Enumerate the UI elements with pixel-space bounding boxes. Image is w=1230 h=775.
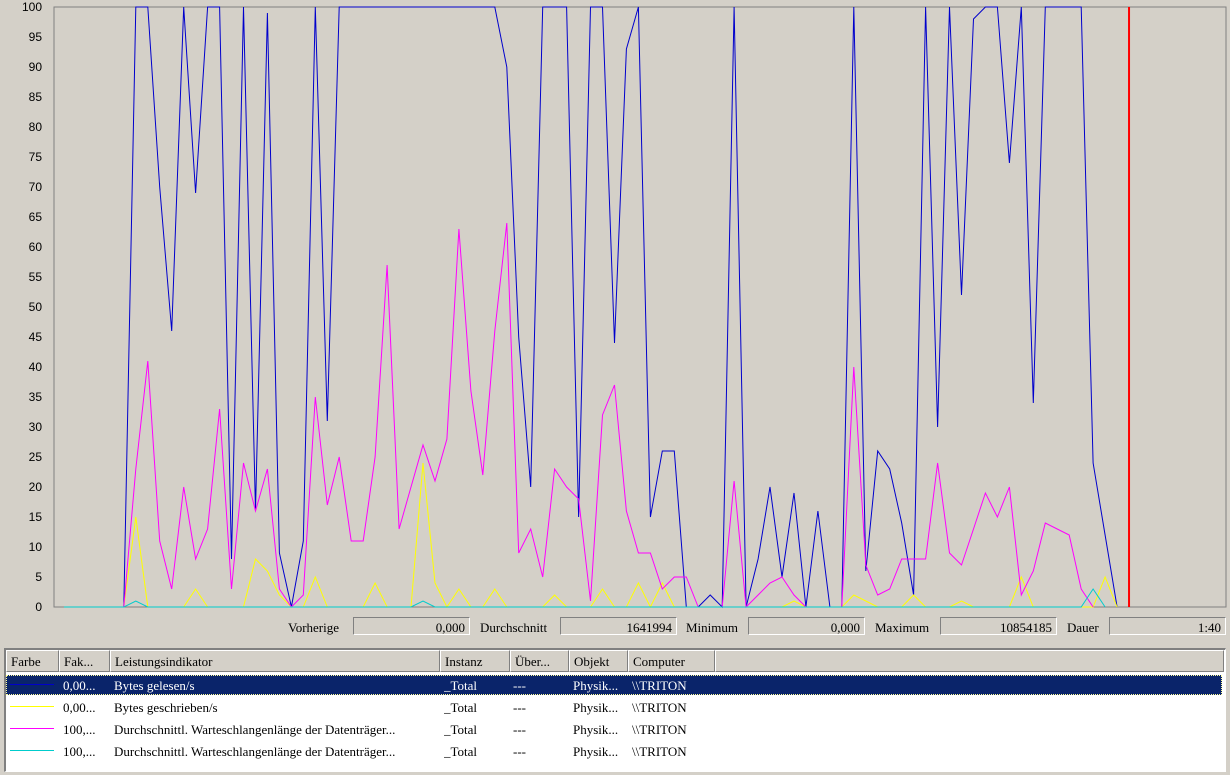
counter-row-instance: _Total [444, 678, 478, 693]
average-label: Durchschnitt [480, 620, 548, 635]
minimum-value-field: 0,000 [748, 617, 865, 635]
y-tick-label: 0 [35, 600, 42, 612]
column-header-factor[interactable]: Fak... [59, 650, 110, 672]
counter-row[interactable]: 0,00... Bytes gelesen/s _Total --- Physik...… [6, 675, 1222, 695]
y-tick-label: 35 [29, 390, 43, 404]
counter-row-instance: _Total [444, 722, 478, 737]
previous-value-field: 0,000 [353, 617, 470, 635]
y-tick-label: 10 [29, 540, 43, 554]
counter-row-object: Physik... [573, 678, 619, 693]
counter-row-factor: 0,00... [63, 678, 96, 693]
column-header-instance[interactable]: Instanz [440, 650, 510, 672]
maximum-label: Maximum [875, 620, 930, 635]
y-tick-label: 45 [29, 330, 43, 344]
y-tick-label: 100 [22, 0, 42, 14]
column-header-computer[interactable]: Computer [628, 650, 715, 672]
statistics-bar: Vorherige 0,000 Durchschnitt 1641994 Min… [0, 615, 1230, 641]
y-tick-label: 75 [29, 150, 43, 164]
counter-row-counter: Bytes gelesen/s [114, 678, 195, 693]
counter-row-object: Physik... [573, 700, 619, 715]
y-tick-label: 30 [29, 420, 43, 434]
y-tick-label: 85 [29, 90, 43, 104]
y-tick-label: 95 [29, 30, 43, 44]
y-tick-label: 80 [29, 120, 43, 134]
counter-row-factor: 100,... [63, 744, 96, 759]
counter-row-factor: 0,00... [63, 700, 96, 715]
counter-row-parent: --- [513, 700, 526, 715]
counter-row-instance: _Total [444, 744, 478, 759]
y-tick-label: 60 [29, 240, 43, 254]
color-swatch [10, 728, 54, 729]
color-swatch [10, 684, 54, 685]
y-tick-label: 40 [29, 360, 43, 374]
counter-row-object: Physik... [573, 722, 619, 737]
y-tick-label: 20 [29, 480, 43, 494]
counter-row-object: Physik... [573, 744, 619, 759]
color-swatch [10, 750, 54, 751]
performance-graph: 0 5 10 15 20 25 30 35 40 45 50 55 60 65 70 75 80 85 90 95 10… [22, 0, 1227, 612]
maximum-value-field: 10854185 [940, 617, 1057, 635]
counter-row[interactable]: 100,... Durchschnittl. Warteschlangenläng… [6, 741, 1222, 761]
y-tick-label: 70 [29, 180, 43, 194]
counter-row-computer: \\TRITON [632, 722, 687, 737]
counter-list-header: Farbe Fak... Leistungsindikator Instanz … [6, 650, 1224, 672]
counter-row-computer: \\TRITON [632, 700, 687, 715]
counter-row-counter: Durchschnittl. Warteschlangenlänge der D… [114, 744, 396, 759]
plot-area [53, 6, 1227, 608]
counter-list[interactable]: Farbe Fak... Leistungsindikator Instanz … [4, 648, 1226, 772]
column-header-parent[interactable]: Über... [510, 650, 569, 672]
y-tick-label: 50 [29, 300, 43, 314]
y-tick-label: 15 [29, 510, 43, 524]
y-tick-label: 55 [29, 270, 43, 284]
previous-label: Vorherige [288, 620, 340, 635]
counter-row[interactable]: 0,00... Bytes geschrieben/s _Total --- Physi… [6, 697, 1222, 717]
color-swatch [10, 706, 54, 707]
column-header-counter[interactable]: Leistungsindikator [110, 650, 440, 672]
y-tick-label: 90 [29, 60, 43, 74]
counter-row-parent: --- [513, 678, 526, 693]
counter-row-counter: Durchschnittl. Warteschlangenlänge der D… [114, 722, 396, 737]
column-header-filler [715, 650, 1224, 672]
y-tick-label: 5 [35, 570, 42, 584]
counter-row[interactable]: 100,... Durchschnittl. Warteschlangenläng… [6, 719, 1222, 739]
y-tick-label: 25 [29, 450, 43, 464]
counter-row-instance: _Total [444, 700, 478, 715]
counter-row-factor: 100,... [63, 722, 96, 737]
minimum-label: Minimum [686, 620, 739, 635]
counter-row-computer: \\TRITON [632, 678, 687, 693]
counter-row-counter: Bytes geschrieben/s [114, 700, 218, 715]
column-header-color[interactable]: Farbe [6, 650, 59, 672]
duration-value-field: 1:40 [1109, 617, 1226, 635]
average-value-field: 1641994 [560, 617, 677, 635]
column-header-object[interactable]: Objekt [569, 650, 628, 672]
counter-row-parent: --- [513, 744, 526, 759]
counter-row-parent: --- [513, 722, 526, 737]
duration-label: Dauer [1067, 620, 1099, 635]
y-tick-label: 65 [29, 210, 43, 224]
counter-row-computer: \\TRITON [632, 744, 687, 759]
